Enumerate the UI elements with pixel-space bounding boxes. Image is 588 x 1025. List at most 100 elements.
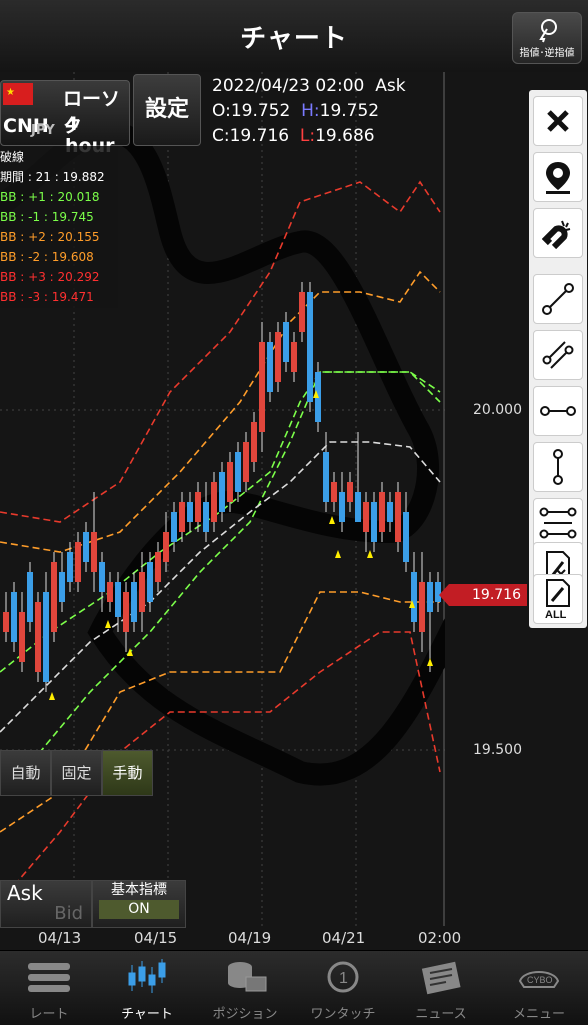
legend-row: 期間 : 21 : 19.882 (0, 170, 105, 184)
x-tick: 04/19 (228, 929, 272, 947)
parallel-lines-tool[interactable] (533, 330, 583, 380)
high-value: 19.752 (319, 101, 380, 121)
candlestick-icon (128, 959, 166, 993)
auto-mode-button[interactable]: 自動 (0, 750, 51, 796)
tab-position[interactable]: ポジション (196, 951, 294, 1025)
page-title: チャート (240, 24, 348, 54)
settings-button[interactable]: 設定 (133, 74, 201, 146)
signal-arrow-icon (49, 692, 55, 700)
tab-label: ワンタッチ (310, 1007, 376, 1022)
candle-body (299, 292, 305, 332)
candle-body (243, 442, 249, 482)
location-tool[interactable] (533, 152, 583, 202)
y-label-high: 20.000 (473, 402, 522, 418)
candle-body (203, 502, 209, 532)
legend-row: BB : +1 : 20.018 (0, 190, 100, 204)
symbol-selector[interactable]: ★ ローソク CNH JPY 4 hour (0, 80, 130, 157)
candle-body (395, 492, 401, 542)
candle-body (51, 562, 57, 632)
candle-body (11, 592, 17, 642)
line-segment-tool[interactable] (533, 274, 583, 324)
vertical-line-tool[interactable] (533, 442, 583, 492)
open-label: O: (212, 101, 231, 121)
svg-text:CYBO: CYBO (527, 975, 553, 985)
candle-body (219, 472, 225, 512)
candle-body (379, 492, 385, 532)
close-tool[interactable] (533, 96, 583, 146)
legend-row: BB : -2 : 19.608 (0, 250, 94, 264)
candle-body (131, 582, 137, 622)
indicator-legend: 破線期間 : 21 : 19.882 BB : +1 : 20.018 BB : -… (0, 146, 118, 308)
candle-body (371, 502, 377, 542)
horizontal-line-tool[interactable] (533, 386, 583, 436)
magnet-icon (542, 220, 571, 249)
bottom-tab-bar: レート チャート ポジション 1 ワンタッチ ニュース CYBO メニュー (0, 950, 588, 1025)
candle-body (75, 542, 81, 582)
bb-lower2 (0, 591, 440, 833)
candle-body (179, 502, 185, 532)
line-segment-icon (542, 283, 574, 315)
candle-body (291, 342, 297, 372)
candle-body (307, 292, 313, 402)
basic-indicator-state: ON (99, 900, 179, 919)
candle-body (43, 592, 49, 682)
legend-row: BB : +2 : 20.155 (0, 230, 100, 244)
tab-chart[interactable]: チャート (98, 951, 196, 1025)
channel-lines-tool[interactable] (533, 498, 583, 548)
tab-menu[interactable]: CYBO メニュー (490, 951, 588, 1025)
ohlc-readout: 2022/04/23 02:00 Ask O:19.752 H:19.752 C… (212, 74, 406, 149)
basic-indicator-toggle[interactable]: 基本指標 ON (92, 880, 186, 928)
x-tick: 04/21 (322, 929, 366, 947)
delete-all-tool[interactable]: ALL (533, 574, 583, 624)
limit-stop-button[interactable]: 指値･逆指値 (512, 12, 582, 64)
delete-all-icon: ALL (545, 579, 570, 620)
candle-body (419, 582, 425, 632)
ohlc-datetime: 2022/04/23 02:00 (212, 76, 365, 96)
channel-lines-icon (539, 507, 577, 539)
candle-body (27, 572, 33, 622)
svg-text:1: 1 (339, 970, 348, 987)
candle-body (99, 562, 105, 592)
limit-stop-label: 指値･逆指値 (519, 48, 575, 59)
china-flag-icon: ★ (3, 83, 33, 105)
ask-bid-toggle[interactable]: Ask Bid (0, 880, 92, 928)
tab-rate[interactable]: レート (0, 951, 98, 1025)
x-tick: 04/13 (38, 929, 82, 947)
svg-text:★: ★ (6, 87, 15, 98)
magnet-tool[interactable] (533, 208, 583, 258)
tab-news[interactable]: ニュース (392, 951, 490, 1025)
title-bar: チャート 指値･逆指値 (0, 0, 588, 73)
candle-body (403, 512, 409, 562)
quote-currency: JPY (31, 123, 55, 138)
candle-body (67, 552, 73, 582)
drawing-toolbar: ALL (529, 90, 587, 628)
signal-arrow-icon (335, 550, 341, 558)
close-value: 19.716 (229, 126, 290, 146)
candle-body (275, 332, 281, 382)
candle-body (195, 492, 201, 522)
horizontal-line-icon (540, 406, 576, 416)
bid-label: Bid (54, 903, 83, 924)
open-value: 19.752 (230, 101, 291, 121)
manual-mode-button[interactable]: 手動 (102, 750, 153, 796)
x-axis: 04/13 04/15 04/19 04/21 02:00 (0, 926, 588, 950)
candle-body (3, 612, 9, 632)
fixed-mode-button[interactable]: 固定 (51, 750, 102, 796)
close-label: C: (212, 126, 230, 146)
candle-body (283, 322, 289, 362)
news-icon (421, 961, 461, 995)
legend-row: 破線 (0, 150, 25, 164)
cyborg-menu-icon: CYBO (518, 971, 560, 988)
candle-body (91, 532, 97, 572)
x-tick: 04/15 (134, 929, 178, 947)
candle-body (227, 462, 233, 502)
candle-body (251, 422, 257, 462)
low-value: 19.686 (315, 126, 375, 146)
candle-body (123, 592, 129, 632)
tab-one-touch[interactable]: 1 ワンタッチ (294, 951, 392, 1025)
tab-label: チャート (121, 1007, 173, 1022)
candle-body (187, 502, 193, 522)
signal-arrow-icon (367, 550, 373, 558)
candle-body (355, 492, 361, 522)
candle-body (387, 502, 393, 522)
